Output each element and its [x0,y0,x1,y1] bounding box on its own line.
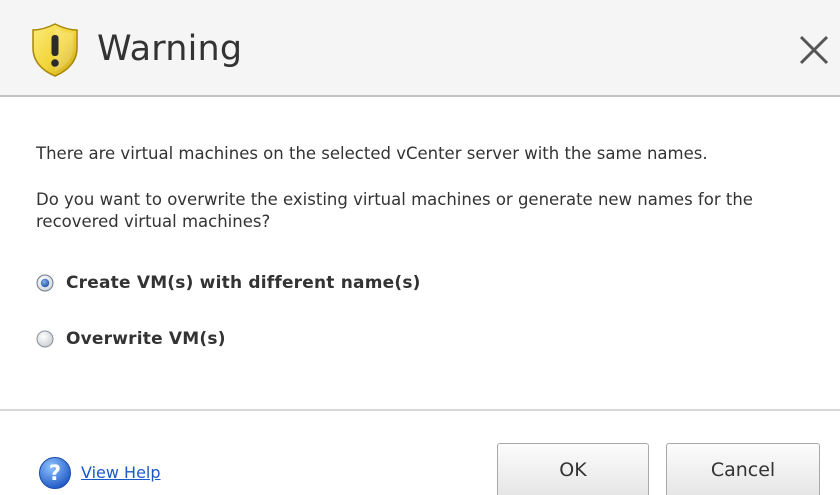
close-icon[interactable] [794,30,834,70]
question-text: Do you want to overwrite the existing vi… [36,190,753,231]
warning-dialog: Warning There are virtual machines on th… [0,0,840,495]
view-help-link[interactable]: View Help [81,463,161,482]
radio-unselected-icon[interactable] [36,330,54,348]
dialog-title: Warning [97,29,243,69]
option-label: Create VM(s) with different name(s) [66,273,421,293]
svg-text:?: ? [49,461,61,485]
option-create-different-names[interactable]: Create VM(s) with different name(s) [36,271,421,295]
footer-divider [0,409,840,411]
help-icon[interactable]: ? [38,456,72,490]
ok-button[interactable]: OK [497,443,649,495]
message-text: There are virtual machines on the select… [36,144,708,163]
title-bar: Warning [0,0,840,97]
warning-shield-icon [30,22,80,78]
option-label: Overwrite VM(s) [66,329,226,349]
radio-selected-icon[interactable] [36,274,54,292]
option-overwrite-vms[interactable]: Overwrite VM(s) [36,327,226,351]
cancel-button[interactable]: Cancel [666,443,820,495]
